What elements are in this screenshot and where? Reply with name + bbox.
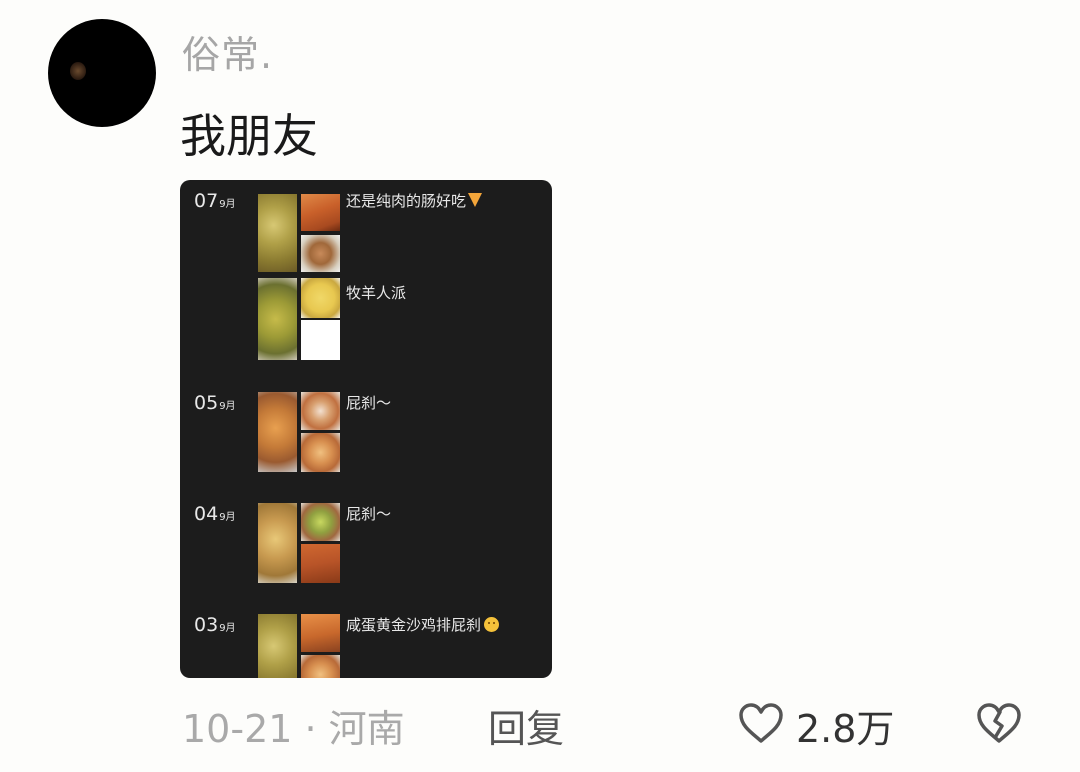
post-date: 079月	[194, 190, 236, 212]
food-photo	[258, 194, 297, 272]
food-photo	[258, 614, 297, 678]
post-caption: 屁刹～	[346, 394, 392, 412]
food-photo	[301, 278, 340, 318]
food-photo	[301, 320, 340, 360]
like-count: 2.8万	[796, 707, 895, 751]
smiley-emoji-icon	[484, 617, 500, 632]
post-date: 039月	[194, 614, 236, 636]
post-caption: 还是纯肉的肠好吃	[346, 190, 483, 211]
pizza-emoji-icon	[468, 193, 483, 207]
heart-outline-icon[interactable]	[738, 702, 784, 744]
comment-text: 我朋友	[180, 109, 318, 163]
food-photo	[301, 544, 340, 583]
comment-timestamp-location: 10-21 · 河南	[182, 707, 405, 751]
food-photo	[301, 503, 340, 541]
comment-username[interactable]: 俗常.	[182, 24, 273, 79]
food-photo	[301, 433, 340, 472]
food-photo	[301, 194, 340, 231]
post-date: 059月	[194, 392, 236, 414]
post-caption: 屁刹～	[346, 505, 392, 523]
post-date: 049月	[194, 503, 236, 525]
food-photo	[301, 392, 340, 430]
avatar[interactable]	[48, 19, 156, 127]
food-photo	[301, 235, 340, 272]
attached-screenshot-image[interactable]: 079月 还是纯肉的肠好吃 牧羊人派 059月 屁刹～ 049月 屁刹～ 039…	[180, 180, 552, 678]
post-caption: 咸蛋黄金沙鸡排屁刹	[346, 614, 500, 635]
post-caption: 牧羊人派	[346, 284, 407, 302]
avatar-image-detail	[70, 62, 86, 80]
broken-heart-icon[interactable]	[976, 702, 1022, 744]
food-photo	[258, 392, 297, 472]
reply-button[interactable]: 回复	[488, 698, 564, 753]
comment-action-bar: 10-21 · 河南 回复 2.8万	[0, 694, 1080, 754]
food-photo	[258, 503, 297, 583]
food-photo	[258, 278, 297, 360]
food-photo	[301, 614, 340, 652]
food-photo	[301, 655, 340, 678]
